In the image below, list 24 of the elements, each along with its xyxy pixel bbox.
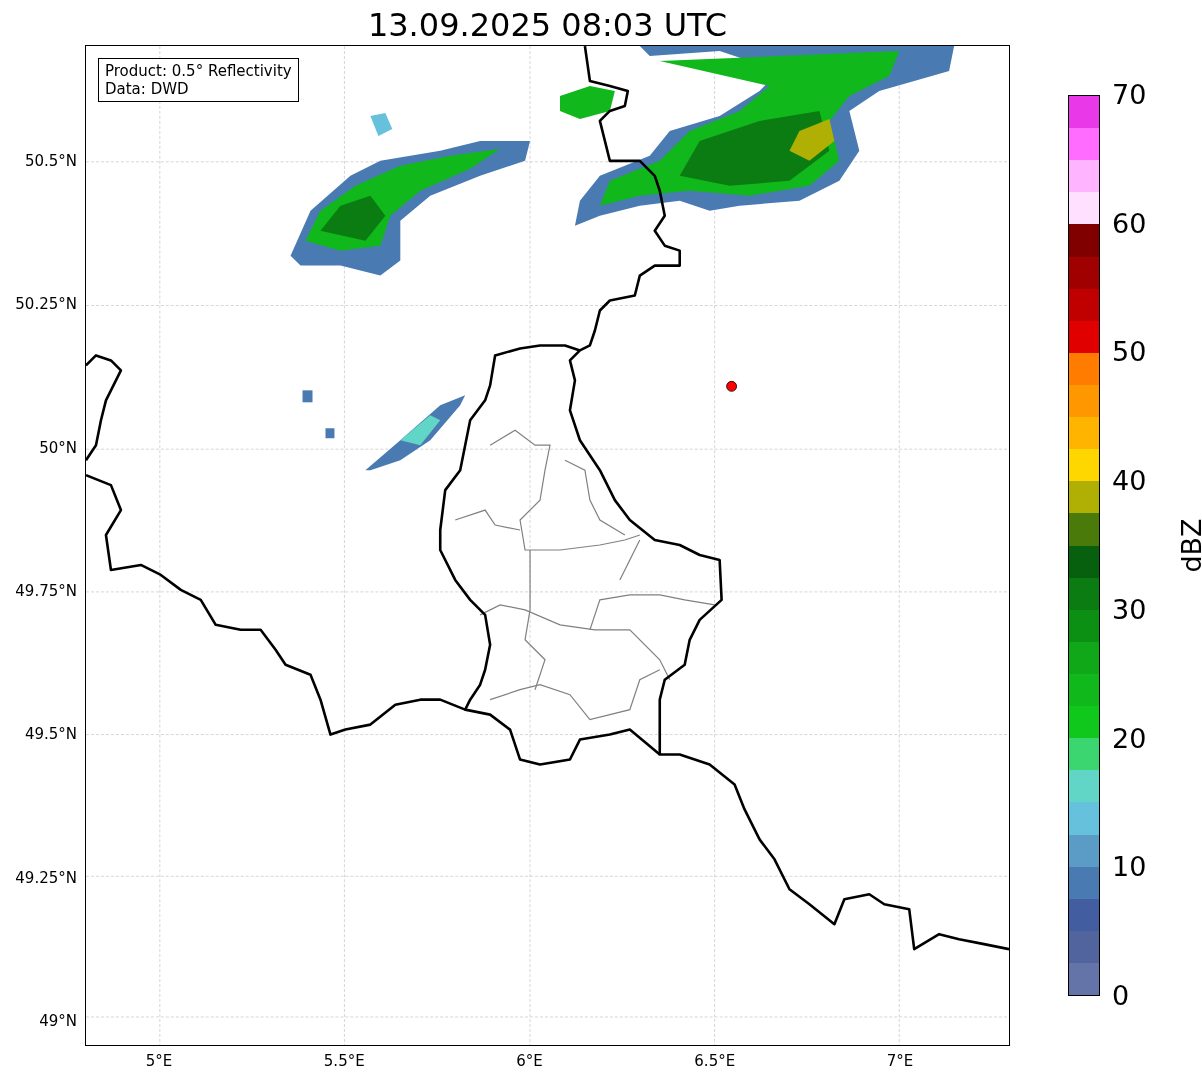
latitude-label: 49.75°N bbox=[15, 581, 77, 600]
colorbar-tick-label: 70 bbox=[1111, 80, 1147, 110]
latitude-label: 50.5°N bbox=[24, 152, 77, 170]
colorbar-label: dBZ bbox=[1175, 518, 1202, 573]
colorbar-tick-label: 50 bbox=[1111, 337, 1147, 368]
longitude-label: 6.5°E bbox=[694, 1052, 736, 1070]
latitude-label: 50°N bbox=[39, 438, 77, 457]
colorbar-tick-label: 10 bbox=[1111, 852, 1147, 883]
longitude-label: 7°E bbox=[886, 1052, 914, 1070]
latitude-label: 49.25°N bbox=[15, 868, 77, 887]
longitude-label: 5°E bbox=[145, 1052, 173, 1070]
latitude-label: 49°N bbox=[39, 1011, 77, 1030]
longitude-label: 5.5°E bbox=[323, 1052, 365, 1070]
latitude-label: 50.25°N bbox=[15, 295, 77, 314]
colorbar-tick-label: 30 bbox=[1111, 594, 1147, 625]
info-text: Product: 0.5° Reflectivity bbox=[105, 62, 292, 80]
colorbar-tick-label: 40 bbox=[1111, 466, 1147, 497]
colorbar-tick-label: 20 bbox=[1111, 723, 1147, 754]
colorbar-tick-label: 0 bbox=[1111, 981, 1130, 1011]
latitude-label: 49.5°N bbox=[24, 725, 77, 744]
colorbar-tick-label: 60 bbox=[1111, 208, 1147, 239]
longitude-label: 6°E bbox=[516, 1052, 543, 1070]
info-text: Data: DWD bbox=[105, 80, 190, 98]
chart-title: 13.09.2025 08:03 UTC bbox=[367, 5, 728, 45]
